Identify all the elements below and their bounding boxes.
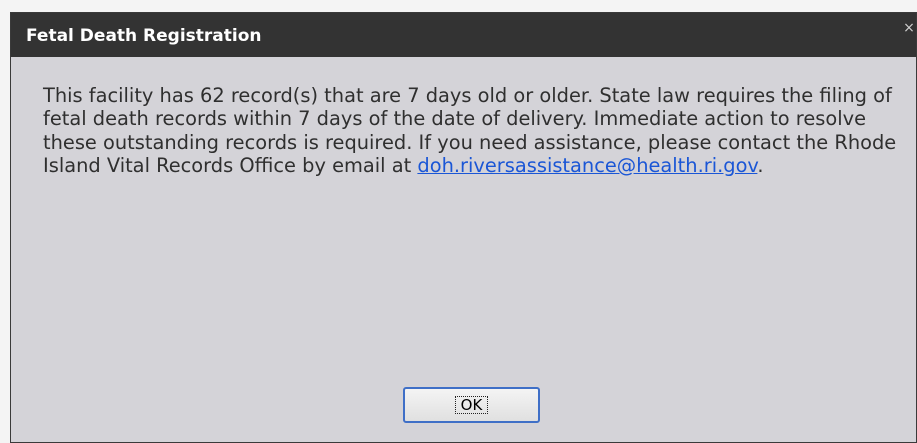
- ok-button-label: OK: [455, 396, 488, 414]
- message-end: .: [757, 154, 764, 178]
- ok-button[interactable]: OK: [403, 387, 540, 423]
- close-icon[interactable]: ×: [903, 19, 915, 37]
- dialog-titlebar: Fetal Death Registration ×: [11, 13, 916, 57]
- dialog-message: This facility has 62 record(s) that are …: [43, 84, 903, 178]
- fetal-death-registration-dialog: Fetal Death Registration × This facility…: [10, 12, 917, 443]
- email-link[interactable]: doh.riversassistance@health.ri.gov: [417, 154, 757, 177]
- dialog-title: Fetal Death Registration: [26, 26, 262, 46]
